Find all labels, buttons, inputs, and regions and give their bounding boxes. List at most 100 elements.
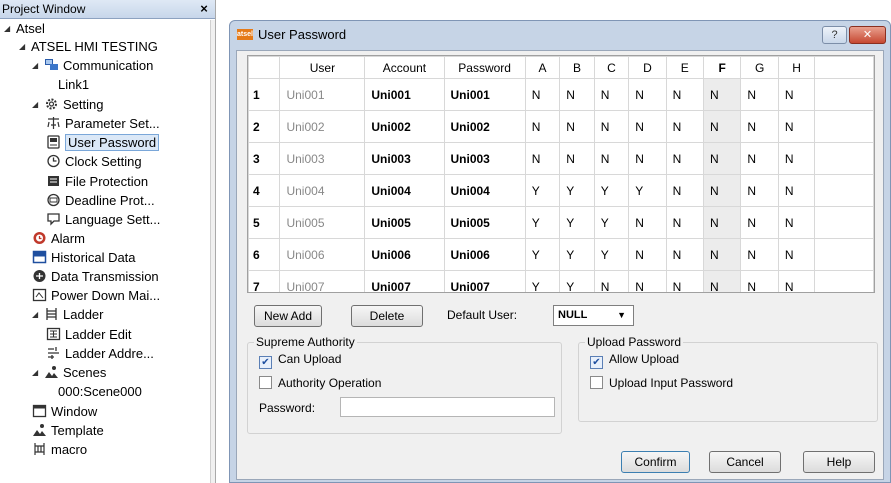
new-add-button[interactable]: New Add	[254, 305, 322, 327]
table-cell[interactable]: Uni007	[443, 270, 526, 292]
table-cell[interactable]: N	[628, 206, 667, 239]
table-cell[interactable]: Uni003	[443, 142, 526, 175]
column-header[interactable]	[814, 56, 874, 79]
tree-item-window[interactable]: Window	[32, 403, 97, 421]
table-cell[interactable]: N	[777, 174, 816, 207]
cancel-button[interactable]: Cancel	[709, 451, 781, 473]
table-cell[interactable]: N	[777, 78, 816, 111]
table-cell[interactable]: Uni007	[279, 270, 366, 292]
table-cell[interactable]: N	[593, 78, 630, 111]
dialog-close-button[interactable]: ✕	[849, 26, 886, 44]
expand-toggle-icon[interactable]: ◢	[32, 57, 44, 75]
table-cell[interactable]: N	[665, 142, 705, 175]
table-cell[interactable]: N	[559, 142, 595, 175]
authority-operation-checkbox[interactable]: Authority Operation	[259, 376, 381, 390]
delete-button[interactable]: Delete	[351, 305, 423, 327]
tree-item-macro[interactable]: macro	[32, 441, 87, 459]
can-upload-checkbox[interactable]: ✔ Can Upload	[259, 352, 341, 369]
table-cell[interactable]: Y	[559, 206, 595, 239]
table-cell[interactable]: N	[628, 142, 667, 175]
help-button[interactable]: Help	[803, 451, 875, 473]
tree-item-setting[interactable]: ◢ Setting	[32, 96, 103, 114]
table-cell[interactable]: N	[777, 142, 816, 175]
tree-item-scenes[interactable]: ◢ Scenes	[32, 364, 106, 382]
column-header[interactable]: F	[703, 56, 742, 79]
table-cell[interactable]: Y	[593, 206, 630, 239]
table-cell[interactable]: N	[740, 238, 779, 271]
tree-item-user-password[interactable]: User Password	[46, 134, 160, 152]
table-row[interactable]: 5 Uni005 Uni005 Uni005 Y Y Y N N N N N	[248, 206, 874, 239]
table-cell[interactable]: N	[628, 270, 667, 292]
table-cell[interactable]: Uni002	[279, 110, 366, 143]
tree-item-data-transmission[interactable]: Data Transmission	[32, 268, 159, 286]
default-user-select[interactable]: NULL ▼	[553, 305, 634, 326]
table-cell[interactable]: N	[628, 238, 667, 271]
column-header[interactable]: D	[628, 56, 667, 79]
table-cell[interactable]: Uni004	[443, 174, 526, 207]
table-cell[interactable]: N	[703, 174, 742, 207]
table-cell[interactable]: Uni002	[443, 110, 526, 143]
table-cell[interactable]: Y	[559, 174, 595, 207]
tree-item-historical[interactable]: Historical Data	[32, 249, 136, 267]
user-password-table[interactable]: User Account Password A B C D E F G H 1 Uni001 Uni00…	[247, 55, 875, 293]
table-cell[interactable]: N	[740, 142, 779, 175]
table-cell[interactable]: Uni006	[443, 238, 526, 271]
column-header[interactable]: C	[593, 56, 630, 79]
table-cell[interactable]: Y	[593, 174, 630, 207]
table-cell[interactable]: N	[559, 110, 595, 143]
table-cell[interactable]: N	[703, 110, 742, 143]
tree-item-atsel[interactable]: ◢ Atsel	[4, 20, 45, 38]
tree-item-ladder-address[interactable]: Ladder Addre...	[46, 345, 154, 363]
table-cell[interactable]: Uni005	[364, 206, 445, 239]
tree-item-clock[interactable]: Clock Setting	[46, 153, 142, 171]
table-cell[interactable]: Y	[559, 238, 595, 271]
table-cell[interactable]: Uni006	[279, 238, 366, 271]
title-help-button[interactable]: ?	[822, 26, 847, 44]
table-cell[interactable]: N	[740, 174, 779, 207]
table-row[interactable]: 7 Uni007 Uni007 Uni007 Y Y N N N N N N	[248, 270, 874, 292]
table-cell[interactable]: Y	[524, 206, 561, 239]
table-row[interactable]: 1 Uni001 Uni001 Uni001 N N N N N N N N	[248, 78, 874, 111]
column-header[interactable]: Password	[443, 56, 526, 79]
column-header[interactable]	[248, 56, 281, 79]
column-header[interactable]: A	[524, 56, 561, 79]
tree-item-file-protection[interactable]: File Protection	[46, 173, 148, 191]
tree-item-alarm[interactable]: Alarm	[32, 230, 85, 248]
expand-toggle-icon[interactable]: ◢	[19, 38, 31, 56]
table-row[interactable]: 3 Uni003 Uni003 Uni003 N N N N N N N N	[248, 142, 874, 175]
table-cell[interactable]: N	[524, 78, 561, 111]
table-cell[interactable]: N	[559, 78, 595, 111]
table-cell[interactable]: Uni004	[279, 174, 366, 207]
table-cell[interactable]: N	[665, 206, 705, 239]
table-cell[interactable]: N	[524, 142, 561, 175]
tree-item-parameter[interactable]: Parameter Set...	[46, 115, 160, 133]
table-cell[interactable]: N	[665, 238, 705, 271]
tree-item-ladder-edit[interactable]: Ladder Edit	[46, 326, 132, 344]
column-header[interactable]: User	[279, 56, 366, 79]
splitter[interactable]	[210, 20, 215, 483]
table-cell[interactable]: N	[740, 78, 779, 111]
table-cell[interactable]: N	[777, 206, 816, 239]
table-cell[interactable]: Y	[593, 238, 630, 271]
table-cell[interactable]: N	[593, 270, 630, 292]
table-cell[interactable]: N	[703, 78, 742, 111]
table-cell[interactable]: N	[593, 142, 630, 175]
column-header[interactable]: E	[665, 56, 705, 79]
table-cell[interactable]: Y	[628, 174, 667, 207]
table-cell[interactable]: Y	[559, 270, 595, 292]
table-cell[interactable]: N	[740, 206, 779, 239]
expand-toggle-icon[interactable]: ◢	[4, 20, 16, 38]
table-cell[interactable]: N	[777, 238, 816, 271]
tree-item-scene000[interactable]: 000:Scene000	[46, 383, 142, 401]
table-cell[interactable]: Uni007	[364, 270, 445, 292]
table-cell[interactable]: Uni003	[364, 142, 445, 175]
table-cell[interactable]: Uni001	[279, 78, 366, 111]
tree-item-language[interactable]: Language Sett...	[46, 211, 160, 229]
table-cell[interactable]: N	[703, 238, 742, 271]
table-cell[interactable]: N	[777, 270, 816, 292]
column-header[interactable]: B	[559, 56, 595, 79]
table-cell[interactable]: N	[628, 110, 667, 143]
table-cell[interactable]: N	[703, 142, 742, 175]
column-header[interactable]: Account	[364, 56, 445, 79]
expand-toggle-icon[interactable]: ◢	[32, 96, 44, 114]
